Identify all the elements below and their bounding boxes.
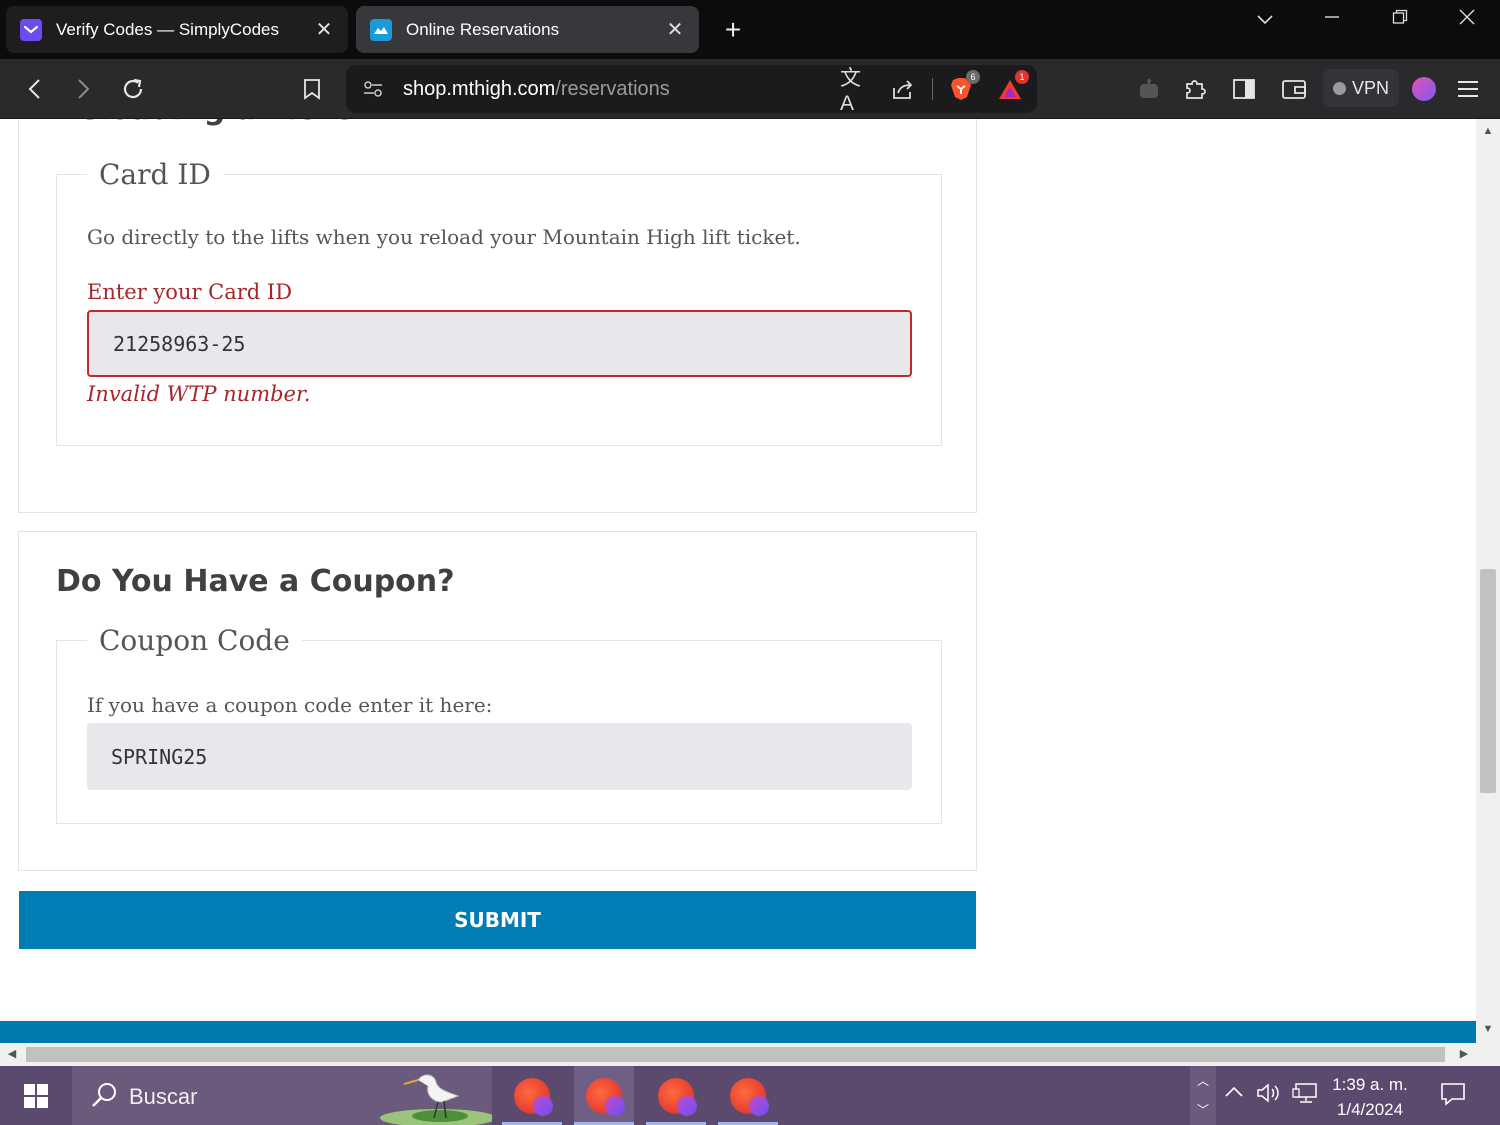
browser-toolbar: shop.mthigh.com/reservations 文A 6 1 VPN [0,59,1500,119]
horizontal-scrollbar[interactable]: ◀ ▶ [0,1043,1476,1066]
plus-icon[interactable]: + [718,14,748,46]
search-icon [92,1083,116,1107]
back-button[interactable] [18,72,52,106]
vpn-label: VPN [1351,77,1389,98]
sidebar-icon[interactable] [1227,72,1261,106]
chevron-down-icon[interactable]: ﹀ [1190,1101,1216,1118]
shield-badge: 6 [966,70,980,84]
alert-badge: 1 [1015,70,1029,84]
simplycodes-favicon-icon [20,18,42,41]
tab-online-reservations[interactable]: Online Reservations ✕ [356,6,699,53]
vertical-scrollbar[interactable]: ▲ ▼ [1476,119,1500,1043]
vpn-status-icon [1332,81,1346,95]
submit-button[interactable]: SUBMIT [19,891,976,949]
windows-taskbar: Buscar ︿ ﹀ 1:39 a. m. 1/4/2024 [0,1066,1500,1125]
forward-button[interactable] [66,72,100,106]
url-text[interactable]: shop.mthigh.com/reservations [403,78,670,101]
taskbar-brave-app-3[interactable] [646,1066,706,1125]
start-button[interactable] [0,1066,72,1125]
minimize-icon[interactable] [1312,8,1352,31]
url-host: shop.mthigh.com [403,78,556,100]
window-close-icon[interactable] [1447,8,1487,31]
reload-button[interactable] [116,72,150,106]
show-hidden-icons-icon[interactable] [1224,1082,1244,1105]
coupon-legend: Coupon Code [99,624,290,657]
heron-illustration-icon [380,1074,492,1125]
taskbar-brave-app-1[interactable] [502,1066,562,1125]
vpn-button[interactable]: VPN [1323,69,1399,107]
tab-title: Online Reservations [406,19,560,39]
url-path: /reservations [555,78,670,100]
puzzle-icon[interactable] [1178,72,1212,106]
scroll-up-icon[interactable]: ▲ [1476,121,1500,141]
address-bar[interactable]: shop.mthigh.com/reservations 文A 6 1 [346,65,1037,115]
card-id-legend: Card ID [99,158,211,191]
wallet-icon[interactable] [1277,72,1311,106]
coupon-panel: Do You Have a Coupon? Coupon Code If you… [18,531,977,871]
chevron-left-icon [28,79,40,99]
taskbar-clock[interactable]: 1:39 a. m. 1/4/2024 [1320,1072,1420,1122]
profile-avatar-icon[interactable] [1407,72,1441,106]
hamburger-menu-icon[interactable] [1451,72,1485,106]
brave-browser-icon [586,1077,625,1116]
brave-browser-icon [730,1077,769,1116]
scrollbar-corner [1476,1043,1500,1066]
notifications-icon[interactable] [1440,1082,1466,1112]
scroll-right-icon[interactable]: ▶ [1454,1043,1474,1066]
brave-browser-icon [658,1077,697,1116]
reload-heading: Reloading a Ticket? [56,119,386,127]
card-id-label: Enter your Card ID [87,280,293,304]
browser-tab-bar: Verify Codes — SimplyCodes ✕ Online Rese… [0,0,1500,59]
taskbar-search[interactable]: Buscar [72,1066,492,1125]
footer-bar [0,1021,1476,1043]
windows-logo-icon [24,1083,48,1108]
clock-date: 1/4/2024 [1336,1100,1404,1119]
scroll-left-icon[interactable]: ◀ [2,1043,22,1066]
brave-browser-icon [514,1077,553,1116]
bookmark-button[interactable] [295,72,329,106]
chevron-right-icon [78,79,90,99]
robot-icon[interactable] [1132,72,1166,106]
chevron-up-icon[interactable]: ︿ [1190,1072,1216,1089]
restore-icon[interactable] [1380,8,1420,31]
tab-title: Verify Codes — SimplyCodes [56,19,279,39]
taskbar-brave-app-4[interactable] [718,1066,778,1125]
page-content: Reloading a Ticket? Card ID Go directly … [0,119,1476,1043]
tune-icon[interactable] [361,77,385,101]
card-id-description: Go directly to the lifts when you reload… [87,225,801,249]
close-icon[interactable]: ✕ [665,17,685,42]
close-icon[interactable]: ✕ [314,17,334,42]
coupon-fieldset: Coupon Code If you have a coupon code en… [56,624,942,824]
translate-icon[interactable]: 文A [840,67,864,115]
card-id-fieldset: Card ID Go directly to the lifts when yo… [56,158,942,446]
mountain-high-favicon-icon [370,18,392,41]
coupon-input[interactable]: SPRING25 [87,723,912,790]
network-icon[interactable] [1292,1082,1318,1110]
scroll-down-icon[interactable]: ▼ [1476,1019,1500,1039]
volume-icon[interactable] [1256,1082,1282,1110]
coupon-heading: Do You Have a Coupon? [56,564,455,599]
taskbar-scroll-control[interactable]: ︿ ﹀ [1190,1066,1216,1125]
triangle-alert-icon[interactable]: 1 [998,70,1029,101]
tab-search-chevron-icon[interactable] [1245,8,1285,31]
tab-verify-codes[interactable]: Verify Codes — SimplyCodes ✕ [6,6,348,53]
screen: Verify Codes — SimplyCodes ✕ Online Rese… [0,0,1500,1125]
bookmark-icon [304,79,320,100]
coupon-description: If you have a coupon code enter it here: [87,693,493,717]
brave-lion-icon[interactable]: 6 [949,70,980,101]
taskbar-brave-app-2[interactable] [574,1066,634,1125]
reload-ticket-panel: Reloading a Ticket? Card ID Go directly … [18,119,977,513]
share-icon[interactable] [891,77,915,101]
search-label: Buscar [129,1084,198,1109]
horizontal-scroll-thumb[interactable] [26,1047,1445,1062]
clock-time: 1:39 a. m. [1332,1075,1408,1094]
card-id-input[interactable]: 21258963-25 [87,310,912,377]
card-id-error: Invalid WTP number. [87,382,311,406]
divider [932,78,933,100]
vertical-scroll-thumb[interactable] [1480,569,1496,793]
reload-icon [123,78,143,99]
